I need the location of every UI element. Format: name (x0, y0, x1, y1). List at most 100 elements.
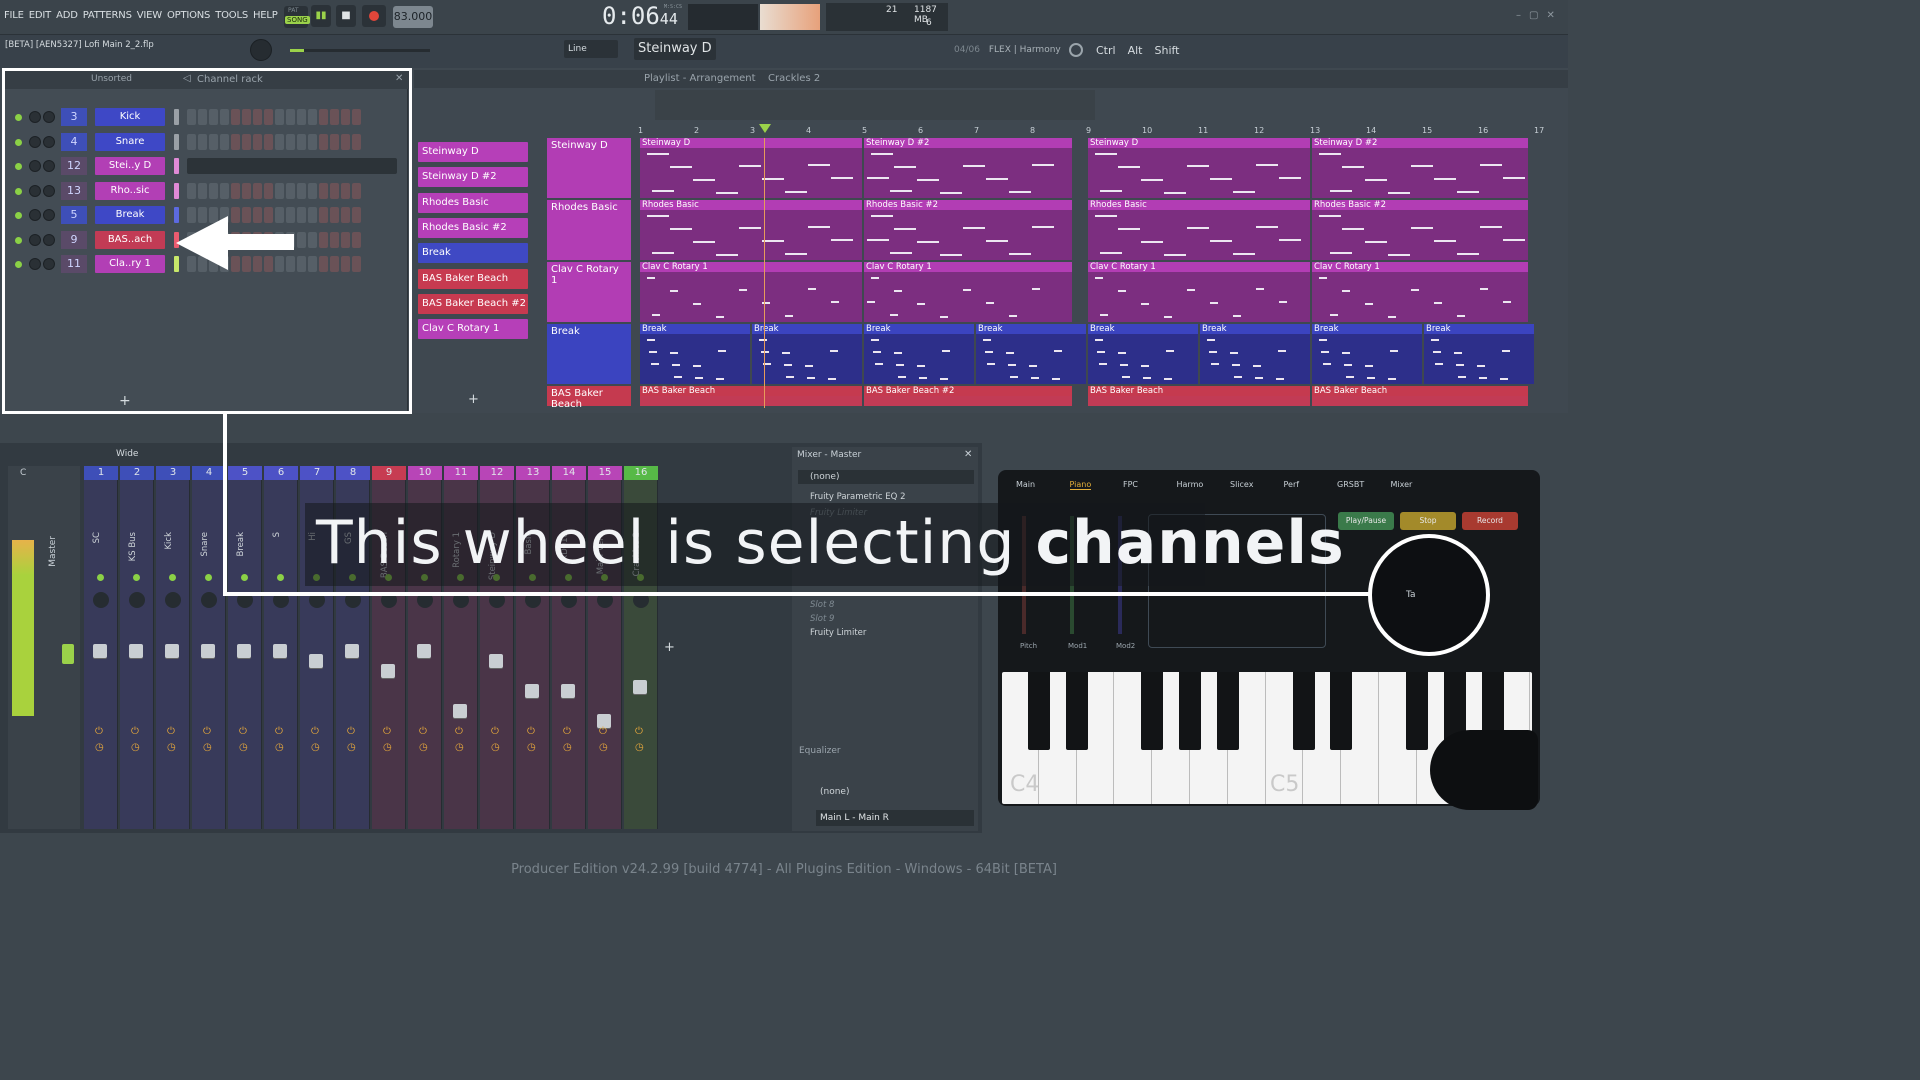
track-header[interactable]: Steinway D (547, 138, 631, 198)
volume-fader[interactable] (633, 680, 647, 694)
black-key[interactable] (1141, 672, 1164, 750)
route-icon[interactable]: ◷ (203, 742, 212, 753)
record-button[interactable] (362, 5, 386, 27)
route-icon[interactable]: ◷ (563, 742, 572, 753)
bar-ruler[interactable]: 1 2 3 4 5 6 7 8 9 10 11 12 13 14 15 16 17 (638, 124, 1548, 138)
playlist-clip[interactable]: Rhodes Basic (640, 200, 862, 260)
volume-fader[interactable] (489, 654, 503, 668)
tablet-button[interactable]: Stop (1400, 512, 1456, 530)
insert-led[interactable] (277, 574, 284, 581)
mixer-insert[interactable]: 1 SC ⏻ ◷ (84, 466, 118, 829)
pattern-item[interactable]: Rhodes Basic (418, 192, 528, 213)
playlist-clip[interactable]: Clav C Rotary 1 (1088, 262, 1310, 322)
tablet-tab[interactable]: Mixer (1391, 480, 1413, 489)
tablet-tab[interactable]: Piano (1069, 480, 1092, 490)
route-icon[interactable]: ◷ (527, 742, 536, 753)
volume-fader[interactable] (273, 644, 287, 658)
route-icon[interactable]: ◷ (455, 742, 464, 753)
tempo-display[interactable]: 83.000 (393, 6, 433, 28)
pattern-item[interactable]: Clav C Rotary 1 (418, 319, 528, 340)
pattern-item[interactable]: Rhodes Basic #2 (418, 217, 528, 238)
playlist-clip[interactable]: Rhodes Basic #2 (864, 200, 1072, 260)
mixer-insert[interactable]: 3 Kick ⏻ ◷ (156, 466, 190, 829)
black-key[interactable] (1028, 672, 1050, 750)
playlist-clip[interactable]: Break (640, 324, 750, 384)
modifier-alt[interactable]: Alt (1128, 44, 1143, 57)
black-key[interactable] (1406, 672, 1428, 750)
menu-view[interactable]: VIEW (137, 10, 162, 21)
playlist-clip[interactable]: Break (1088, 324, 1198, 384)
route-icon[interactable]: ◷ (491, 742, 500, 753)
track-header[interactable]: BAS Baker Beach (547, 386, 631, 410)
black-key[interactable] (1330, 672, 1353, 750)
tablet-tab[interactable]: Main (1016, 480, 1035, 489)
volume-fader[interactable] (381, 664, 395, 678)
tablet-tab[interactable]: Slicex (1230, 480, 1253, 489)
playlist-clip[interactable]: Steinway D #2 (864, 138, 1072, 198)
volume-fader[interactable] (201, 644, 215, 658)
black-key[interactable] (1179, 672, 1202, 750)
pan-knob[interactable] (165, 592, 181, 608)
tablet-tab[interactable]: GRSBT (1337, 480, 1364, 489)
mixer-insert[interactable]: 5 Break ⏻ ◷ (228, 466, 262, 829)
menu-options[interactable]: OPTIONS (167, 10, 210, 21)
tablet-tab[interactable]: Perf (1284, 480, 1300, 489)
route-icon[interactable]: ◷ (635, 742, 644, 753)
fx-toggle-icon[interactable]: ⏻ (167, 726, 175, 737)
playlist-clip[interactable]: Break (1200, 324, 1310, 384)
routing-select[interactable]: Main L - Main R (816, 810, 974, 826)
volume-fader[interactable] (93, 644, 107, 658)
jog-wheel[interactable]: Ta (1368, 534, 1490, 656)
modifier-ctrl[interactable]: Ctrl (1096, 44, 1116, 57)
fx-toggle-icon[interactable]: ⏻ (347, 726, 355, 737)
playlist-clip[interactable]: Break (1312, 324, 1422, 384)
pattern-item[interactable]: BAS Baker Beach #2 (418, 293, 528, 314)
fx-toggle-icon[interactable]: ⏻ (563, 726, 571, 737)
modifier-shift[interactable]: Shift (1154, 44, 1179, 57)
volume-fader[interactable] (165, 644, 179, 658)
playlist-clip[interactable]: Steinway D (1088, 138, 1310, 198)
playlist-clip[interactable]: Break (1424, 324, 1534, 384)
tablet-tab[interactable]: Harmo (1177, 480, 1204, 489)
track-header[interactable]: Break (547, 324, 631, 384)
mixer-insert[interactable]: 6 S ⏻ ◷ (264, 466, 298, 829)
playhead-marker[interactable] (759, 124, 771, 133)
fx-toggle-icon[interactable]: ⏻ (203, 726, 211, 737)
route-icon[interactable]: ◷ (131, 742, 140, 753)
insert-led[interactable] (205, 574, 212, 581)
track-header[interactable]: Clav C Rotary 1 (547, 262, 631, 322)
mixer-insert[interactable]: 2 KS Bus ⏻ ◷ (120, 466, 154, 829)
fx-toggle-icon[interactable]: ⏻ (239, 726, 247, 737)
playlist-clip[interactable]: Clav C Rotary 1 (864, 262, 1072, 322)
mixer-view[interactable]: Wide (116, 449, 138, 459)
fx-toggle-icon[interactable]: ⏻ (527, 726, 535, 737)
close-icon[interactable]: ✕ (964, 449, 972, 460)
volume-fader[interactable] (417, 644, 431, 658)
master-fader[interactable] (62, 644, 74, 664)
playlist-clip[interactable]: Break (864, 324, 974, 384)
effect-slot[interactable]: Fruity Parametric EQ 2 (798, 490, 974, 504)
route-icon[interactable]: ◷ (311, 742, 320, 753)
play-button[interactable]: ▮▮ (311, 5, 331, 27)
stop-button[interactable]: ■ (336, 5, 356, 27)
playlist-clip[interactable]: Steinway D (640, 138, 862, 198)
playlist-clip[interactable]: Steinway D #2 (1312, 138, 1528, 198)
playlist-clip[interactable]: Rhodes Basic #2 (1312, 200, 1528, 260)
menu-add[interactable]: ADD (56, 10, 78, 21)
menu-help[interactable]: HELP (253, 10, 278, 21)
fx-toggle-icon[interactable]: ⏻ (599, 726, 607, 737)
route-icon[interactable]: ◷ (599, 742, 608, 753)
fx-toggle-icon[interactable]: ⏻ (95, 726, 103, 737)
effect-slot[interactable]: Fruity Limiter (798, 626, 974, 640)
volume-fader[interactable] (129, 644, 143, 658)
volume-fader[interactable] (237, 644, 251, 658)
mixer-insert[interactable]: 4 Snare ⏻ ◷ (192, 466, 226, 829)
tablet-button[interactable]: Play/Pause (1338, 512, 1394, 530)
fx-toggle-icon[interactable]: ⏻ (419, 726, 427, 737)
fx-toggle-icon[interactable]: ⏻ (383, 726, 391, 737)
pan-knob[interactable] (201, 592, 217, 608)
black-key[interactable] (1065, 672, 1088, 750)
track-header[interactable]: Rhodes Basic (547, 200, 631, 260)
snap-select[interactable]: Line (564, 40, 618, 58)
volume-fader[interactable] (525, 684, 539, 698)
